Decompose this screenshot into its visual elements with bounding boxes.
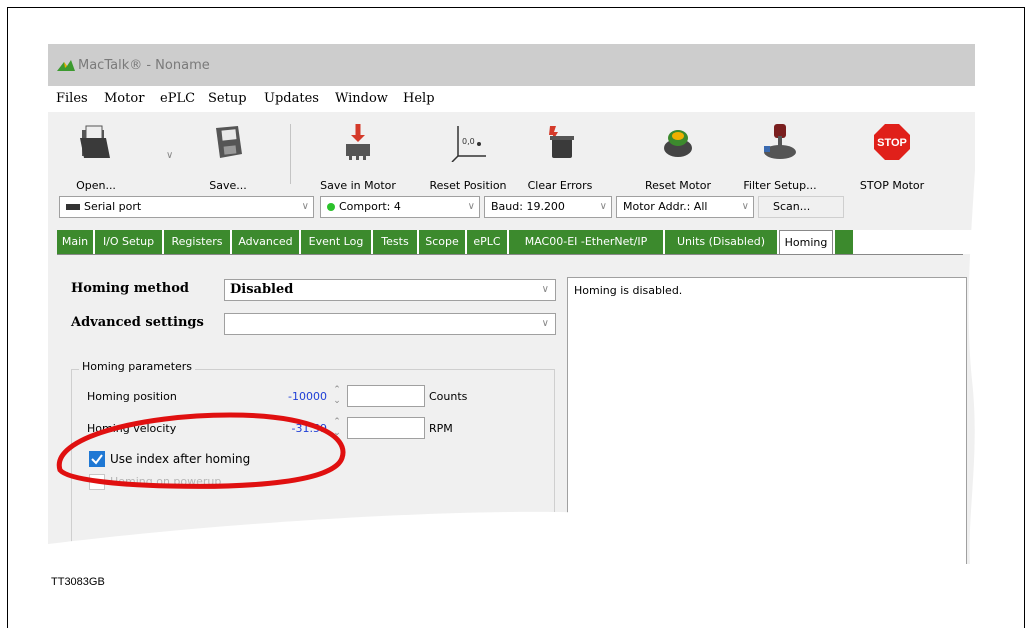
figure-id: TT3083GB bbox=[51, 576, 105, 588]
highlight-ellipse bbox=[56, 412, 346, 489]
